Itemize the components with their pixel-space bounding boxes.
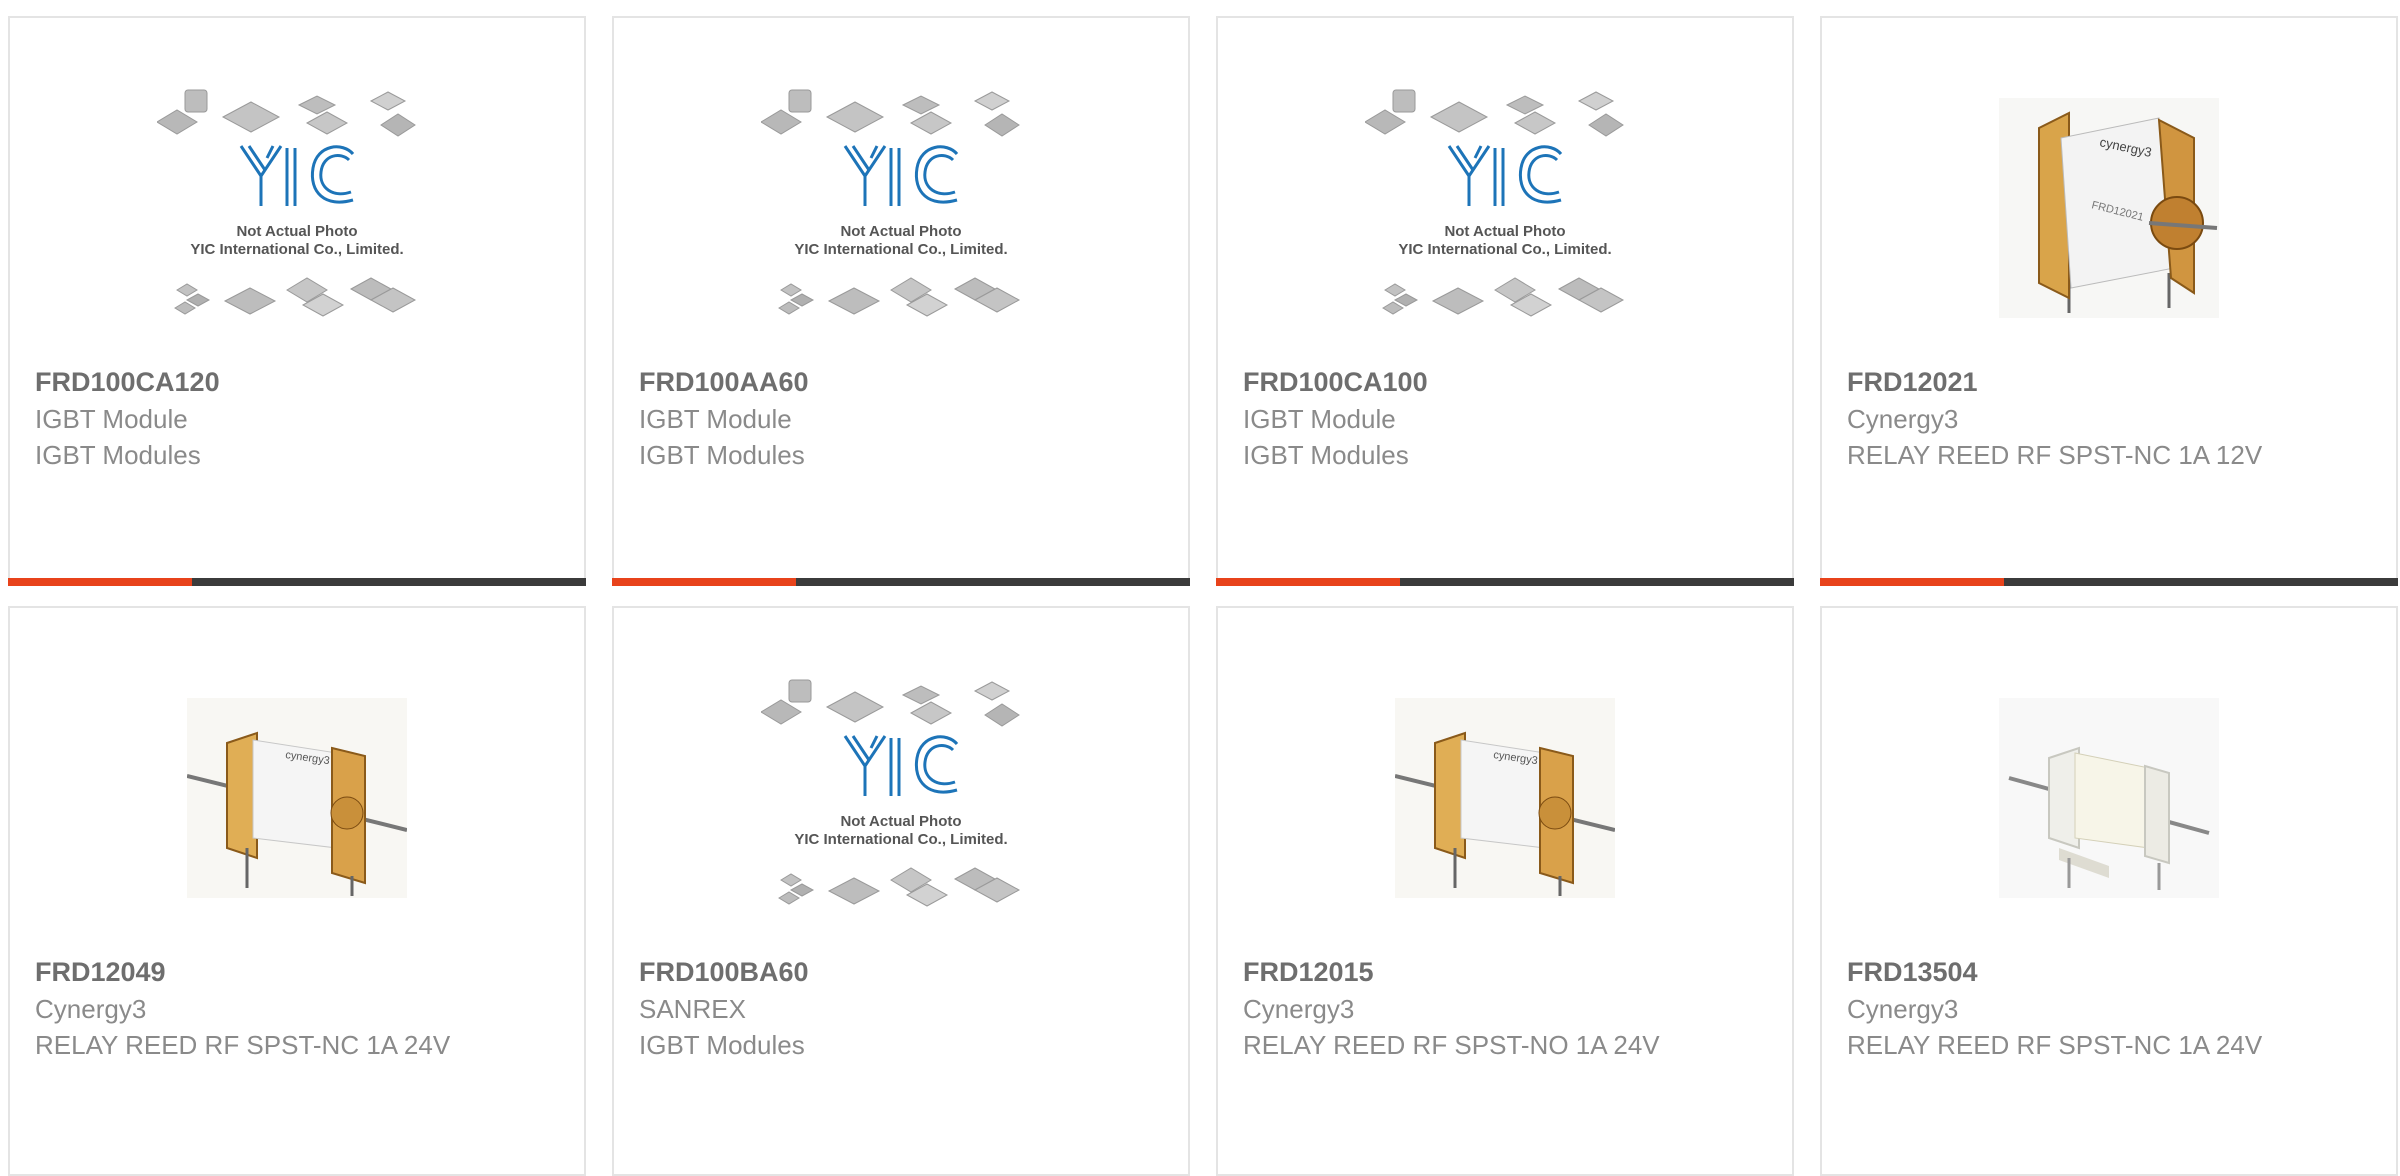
- description: IGBT Modules: [1243, 440, 1409, 470]
- placeholder-line1: Not Actual Photo: [1444, 223, 1565, 240]
- product-image[interactable]: Not Actual Photo YIC International Co., …: [1218, 58, 1792, 358]
- product-grid: Not Actual Photo YIC International Co., …: [0, 0, 2400, 1176]
- chip-icons-top: [157, 89, 416, 137]
- description: RELAY REED RF SPST-NC 1A 24V: [35, 1030, 451, 1060]
- placeholder-line1: Not Actual Photo: [840, 813, 961, 830]
- placeholder-line2: YIC International Co., Limited.: [794, 831, 1007, 848]
- yic-placeholder-graphic: Not Actual Photo YIC International Co., …: [761, 679, 1021, 907]
- part-number[interactable]: FRD12021: [1847, 363, 2371, 401]
- description: IGBT Modules: [35, 440, 201, 470]
- yic-logo: [843, 145, 959, 206]
- product-image[interactable]: [1822, 648, 2396, 948]
- description: RELAY REED RF SPST-NC 1A 12V: [1847, 440, 2263, 470]
- part-number[interactable]: FRD100BA60: [639, 953, 1163, 991]
- product-image[interactable]: cynergy3: [1218, 648, 1792, 948]
- reed-relay-image: cynergy3: [1395, 698, 1615, 898]
- product-image[interactable]: cynergy3: [10, 648, 584, 948]
- product-card[interactable]: Not Actual Photo YIC International Co., …: [612, 606, 1190, 1176]
- product-image[interactable]: Not Actual Photo YIC International Co., …: [10, 58, 584, 358]
- placeholder-line2: YIC International Co., Limited.: [190, 241, 403, 258]
- yic-logo: [1447, 145, 1563, 206]
- card-bottom-bar: [612, 578, 1190, 586]
- placeholder-line2: YIC International Co., Limited.: [1398, 241, 1611, 258]
- product-image[interactable]: Not Actual Photo YIC International Co., …: [614, 58, 1188, 358]
- reed-relay-image: cynergy3 FRD12021: [1999, 98, 2219, 318]
- product-card[interactable]: cynergy3 FRD12015 Cynergy3 RELAY REED RF…: [1216, 606, 1794, 1176]
- chip-icons-bottom: [778, 277, 1021, 317]
- product-image[interactable]: cynergy3 FRD12021: [1822, 58, 2396, 358]
- product-card[interactable]: Not Actual Photo YIC International Co., …: [612, 16, 1190, 586]
- placeholder-line1: Not Actual Photo: [840, 223, 961, 240]
- chip-icons-top: [761, 679, 1020, 727]
- yic-logo: [239, 145, 355, 206]
- manufacturer: Cynergy3: [1847, 994, 1959, 1024]
- manufacturer: IGBT Module: [1243, 404, 1396, 434]
- card-bottom-bar: [8, 578, 586, 586]
- description: IGBT Modules: [639, 440, 805, 470]
- product-card[interactable]: cynergy3 FRD12021 FRD12021 Cynergy3 RELA…: [1820, 16, 2398, 586]
- part-number[interactable]: FRD100CA100: [1243, 363, 1767, 401]
- placeholder-line2: YIC International Co., Limited.: [794, 241, 1007, 258]
- part-number[interactable]: FRD13504: [1847, 953, 2371, 991]
- reed-relay-image: cynergy3: [187, 698, 407, 898]
- part-number[interactable]: FRD12015: [1243, 953, 1767, 991]
- description: RELAY REED RF SPST-NO 1A 24V: [1243, 1030, 1660, 1060]
- part-number[interactable]: FRD100AA60: [639, 363, 1163, 401]
- chip-icons-bottom: [778, 867, 1021, 907]
- part-number[interactable]: FRD100CA120: [35, 363, 559, 401]
- yic-placeholder-graphic: Not Actual Photo YIC International Co., …: [157, 89, 417, 317]
- chip-icons-bottom: [1382, 277, 1625, 317]
- part-number[interactable]: FRD12049: [35, 953, 559, 991]
- product-card[interactable]: Not Actual Photo YIC International Co., …: [1216, 16, 1794, 586]
- chip-icons-bottom: [174, 277, 417, 317]
- manufacturer: Cynergy3: [1847, 404, 1959, 434]
- product-card[interactable]: cynergy3 FRD12049 Cynergy3 RELAY REED RF…: [8, 606, 586, 1176]
- yic-placeholder-graphic: Not Actual Photo YIC International Co., …: [1365, 89, 1625, 317]
- description: RELAY REED RF SPST-NC 1A 24V: [1847, 1030, 2263, 1060]
- manufacturer: Cynergy3: [1243, 994, 1355, 1024]
- product-image[interactable]: Not Actual Photo YIC International Co., …: [614, 648, 1188, 948]
- yic-placeholder-graphic: Not Actual Photo YIC International Co., …: [761, 89, 1021, 317]
- description: IGBT Modules: [639, 1030, 805, 1060]
- chip-icons-top: [1365, 89, 1624, 137]
- card-bottom-bar: [1820, 578, 2398, 586]
- manufacturer: Cynergy3: [35, 994, 147, 1024]
- manufacturer: SANREX: [639, 994, 746, 1024]
- product-card[interactable]: Not Actual Photo YIC International Co., …: [8, 16, 586, 586]
- manufacturer: IGBT Module: [639, 404, 792, 434]
- reed-relay-image: [1999, 698, 2219, 898]
- manufacturer: IGBT Module: [35, 404, 188, 434]
- chip-icons-top: [761, 89, 1020, 137]
- product-card[interactable]: FRD13504 Cynergy3 RELAY REED RF SPST-NC …: [1820, 606, 2398, 1176]
- placeholder-line1: Not Actual Photo: [236, 223, 357, 240]
- card-bottom-bar: [1216, 578, 1794, 586]
- yic-logo: [843, 735, 959, 796]
